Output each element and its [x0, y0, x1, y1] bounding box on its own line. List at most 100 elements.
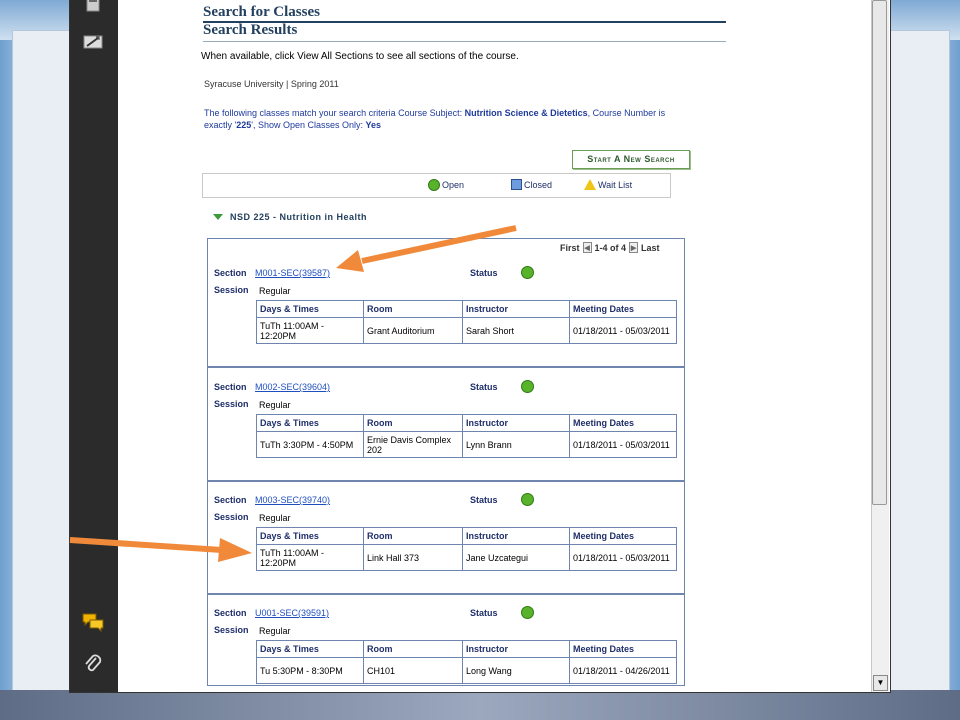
cell-days-times: Tu 5:30PM - 8:30PM: [256, 657, 364, 684]
section-link[interactable]: M001-SEC(39587): [255, 268, 330, 278]
cell-instructor: Sarah Short: [462, 317, 570, 344]
table-row: TuTh 11:00AM - 12:20PM Link Hall 373 Jane …: [256, 544, 677, 571]
section-link[interactable]: U001-SEC(39591): [255, 608, 329, 618]
table-row: TuTh 11:00AM - 12:20PM Grant Auditorium Sa…: [256, 317, 677, 344]
session-value: Regular: [259, 286, 291, 296]
closed-status-icon: [511, 179, 522, 190]
pager-prev-icon[interactable]: ◀: [582, 242, 592, 253]
open-status-icon: [521, 493, 534, 506]
subtitle-rule: [203, 41, 726, 42]
page-subtitle: Search Results: [203, 22, 298, 38]
table-row: TuTh 3:30PM - 4:50PM Ernie Davis Complex …: [256, 431, 677, 458]
page-title: Search for Classes: [203, 4, 320, 20]
pager: First ◀ 1-4 of 4 ▶ Last: [560, 242, 660, 253]
cell-room: CH101: [363, 657, 463, 684]
open-status-icon: [521, 606, 534, 619]
desktop-frame-right: [890, 30, 950, 702]
cell-room: Grant Auditorium: [363, 317, 463, 344]
pager-first[interactable]: First: [560, 243, 580, 253]
session-value: Regular: [259, 400, 291, 410]
scroll-down-arrow-icon[interactable]: ▼: [873, 675, 888, 691]
col-instructor: Instructor: [462, 414, 570, 432]
status-label: Status: [470, 382, 498, 392]
cell-dates: 01/18/2011 - 05/03/2011: [569, 317, 677, 344]
meeting-table: Days & Times Room Instructor Meeting Dates …: [256, 300, 677, 344]
pager-next-icon[interactable]: ▶: [629, 242, 639, 253]
col-meeting-dates: Meeting Dates: [569, 414, 677, 432]
col-room: Room: [363, 414, 463, 432]
open-status-icon: [521, 266, 534, 279]
cell-instructor: Jane Uzcategui: [462, 544, 570, 571]
open-status-icon: [428, 179, 440, 191]
cell-days-times: TuTh 3:30PM - 4:50PM: [256, 431, 364, 458]
legend-waitlist: Wait List: [584, 179, 632, 190]
pager-last[interactable]: Last: [641, 243, 660, 253]
desktop-frame-left: [12, 30, 70, 702]
meeting-table: Days & Times Room Instructor Meeting Dates …: [256, 527, 677, 571]
comments-icon[interactable]: [80, 610, 106, 634]
meeting-table: Days & Times Room Instructor Meeting Dates …: [256, 640, 677, 684]
sign-icon[interactable]: [80, 30, 106, 54]
pager-range: 1-4 of 4: [594, 242, 627, 253]
section-link[interactable]: M002-SEC(39604): [255, 382, 330, 392]
search-criteria: The following classes match your search …: [204, 108, 666, 130]
section-label: Section: [214, 608, 247, 618]
cell-instructor: Long Wang: [462, 657, 570, 684]
col-room: Room: [363, 527, 463, 545]
session-label: Session: [214, 625, 249, 635]
col-meeting-dates: Meeting Dates: [569, 300, 677, 318]
col-meeting-dates: Meeting Dates: [569, 527, 677, 545]
col-room: Room: [363, 300, 463, 318]
start-new-search-button[interactable]: Start A New Search: [572, 150, 690, 169]
legend-open: Open: [428, 179, 464, 191]
col-days-times: Days & Times: [256, 527, 364, 545]
instruction-text: When available, click View All Sections …: [201, 51, 519, 62]
section-label: Section: [214, 495, 247, 505]
legend-closed: Closed: [511, 179, 552, 190]
cell-instructor: Lynn Brann: [462, 431, 570, 458]
col-days-times: Days & Times: [256, 414, 364, 432]
side-toolbar: [70, 0, 118, 692]
pages-icon[interactable]: [80, 0, 106, 16]
col-instructor: Instructor: [462, 527, 570, 545]
cell-dates: 01/18/2011 - 05/03/2011: [569, 544, 677, 571]
meeting-table: Days & Times Room Instructor Meeting Dates …: [256, 414, 677, 458]
section-label: Section: [214, 382, 247, 392]
desktop-background-bottom: [0, 690, 960, 720]
session-label: Session: [214, 285, 249, 295]
document-viewer-window: Search for Classes Search Results When a…: [70, 0, 890, 692]
status-legend: Open Closed Wait List: [202, 173, 671, 198]
section-divider: [208, 593, 684, 595]
paperclip-icon[interactable]: [80, 652, 106, 676]
cell-days-times: TuTh 11:00AM - 12:20PM: [256, 544, 364, 571]
col-room: Room: [363, 640, 463, 658]
col-meeting-dates: Meeting Dates: [569, 640, 677, 658]
status-label: Status: [470, 268, 498, 278]
cell-dates: 01/18/2011 - 04/26/2011: [569, 657, 677, 684]
section-divider: [208, 366, 684, 368]
cell-days-times: TuTh 11:00AM - 12:20PM: [256, 317, 364, 344]
col-instructor: Instructor: [462, 640, 570, 658]
waitlist-status-icon: [584, 179, 596, 190]
col-days-times: Days & Times: [256, 300, 364, 318]
collapse-triangle-icon[interactable]: [213, 214, 223, 220]
table-row: Tu 5:30PM - 8:30PM CH101 Long Wang 01/18/20…: [256, 657, 677, 684]
scrollbar-thumb[interactable]: [872, 0, 887, 505]
section-label: Section: [214, 268, 247, 278]
section-divider: [208, 480, 684, 482]
session-value: Regular: [259, 513, 291, 523]
page-content: Search for Classes Search Results When a…: [118, 0, 871, 692]
cell-room: Link Hall 373: [363, 544, 463, 571]
institution-term: Syracuse University | Spring 2011: [204, 79, 339, 89]
cell-room: Ernie Davis Complex 202: [363, 431, 463, 458]
status-label: Status: [470, 495, 498, 505]
col-instructor: Instructor: [462, 300, 570, 318]
section-link[interactable]: M003-SEC(39740): [255, 495, 330, 505]
col-days-times: Days & Times: [256, 640, 364, 658]
cell-dates: 01/18/2011 - 05/03/2011: [569, 431, 677, 458]
status-label: Status: [470, 608, 498, 618]
session-label: Session: [214, 399, 249, 409]
course-header[interactable]: NSD 225 - Nutrition in Health: [213, 212, 367, 222]
session-label: Session: [214, 512, 249, 522]
open-status-icon: [521, 380, 534, 393]
